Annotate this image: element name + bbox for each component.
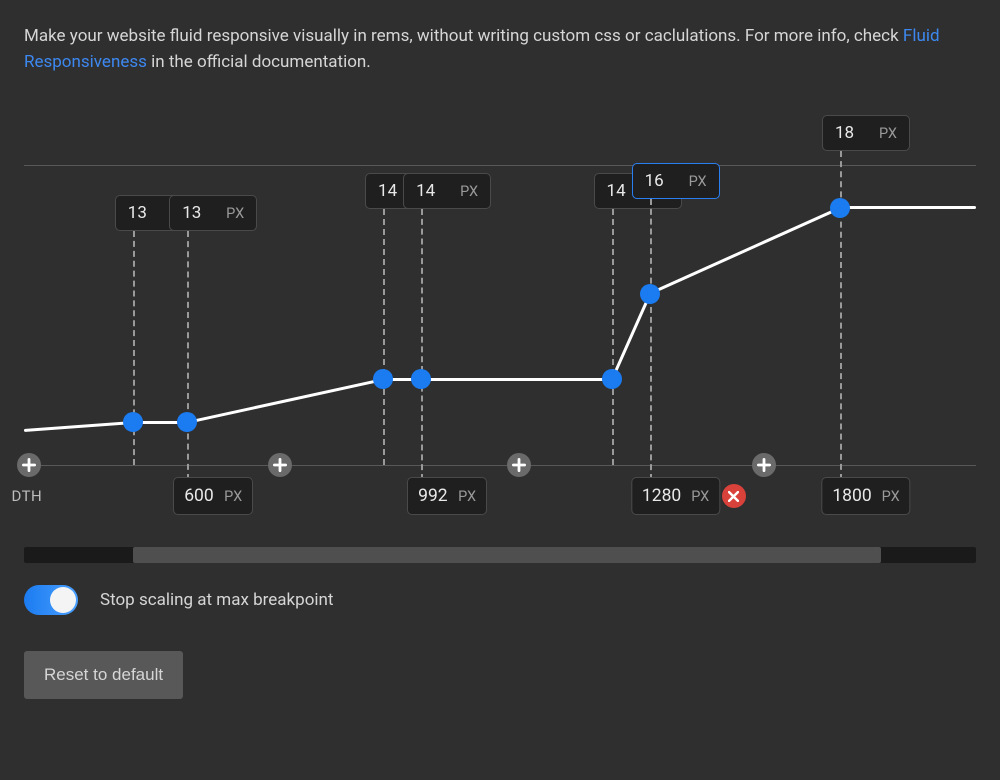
intro-pre: Make your website fluid responsive visua… (24, 26, 903, 46)
unit-label: PX (882, 488, 900, 505)
breakpoint-value-box[interactable]: 1280 PX (631, 477, 720, 515)
chart-line-segment (610, 293, 651, 380)
chart-bottom-axis (24, 465, 976, 466)
chart-point[interactable] (411, 369, 431, 389)
unit-label: PX (691, 488, 709, 505)
add-breakpoint-button[interactable] (17, 453, 41, 477)
chart-top-axis (24, 165, 976, 166)
chart-line-segment (421, 378, 611, 381)
plus-icon (22, 458, 36, 472)
chart-point[interactable] (602, 369, 622, 389)
unit-label: PX (460, 183, 478, 200)
chart-guide-line (612, 209, 614, 465)
font-size-value: 16 (645, 171, 679, 191)
stop-scaling-toggle-knob (50, 587, 76, 613)
plus-icon (512, 458, 526, 472)
chart-point[interactable] (830, 198, 850, 218)
chart-point[interactable] (640, 284, 660, 304)
intro-text: Make your website fluid responsive visua… (24, 24, 976, 75)
font-size-value: 13 (182, 203, 216, 223)
breakpoint-value: 992 (418, 486, 448, 506)
unit-label: PX (458, 488, 476, 505)
stop-scaling-toggle[interactable] (24, 585, 78, 615)
font-size-value: 14 (416, 181, 450, 201)
chart-point[interactable] (373, 369, 393, 389)
chart-guide-line (383, 209, 385, 465)
chart-guide-line (650, 199, 652, 480)
font-size-value: 18 (835, 123, 869, 143)
breakpoint-value-box[interactable]: 600 PX (173, 477, 253, 515)
font-size-value-box[interactable]: 16 PX (632, 163, 720, 199)
breakpoint-value: 600 (184, 486, 214, 506)
chart-point[interactable] (123, 412, 143, 432)
chart-line-segment (24, 421, 133, 432)
chart-guide-line (187, 231, 189, 480)
chart-point[interactable] (177, 412, 197, 432)
remove-breakpoint-button[interactable] (722, 484, 746, 508)
unit-label: PX (689, 173, 707, 190)
dth-label: DTH (11, 487, 42, 505)
breakpoint-value: 1280 (642, 486, 681, 506)
add-breakpoint-button[interactable] (752, 453, 776, 477)
unit-label: PX (879, 125, 897, 142)
chart-scrollbar-thumb[interactable] (133, 547, 880, 563)
font-size-value-box[interactable]: 18 PX (822, 115, 910, 151)
font-size-value-box[interactable]: 13 PX (169, 195, 257, 231)
font-size-value: 13 (128, 203, 162, 223)
intro-post: in the official documentation. (147, 52, 371, 72)
chart-line-segment (649, 206, 841, 294)
font-size-value-box[interactable]: 14 PX (403, 173, 491, 209)
fluid-chart[interactable]: 13PX13PX600PX14PX14PX992PX14PX16PX1280PX… (24, 85, 976, 505)
unit-label: PX (224, 488, 242, 505)
chart-scrollbar[interactable] (24, 547, 976, 563)
add-breakpoint-button[interactable] (507, 453, 531, 477)
breakpoint-value: 1800 (832, 486, 871, 506)
breakpoint-value-box[interactable]: 992 PX (407, 477, 487, 515)
plus-icon (273, 458, 287, 472)
reset-to-default-button[interactable]: Reset to default (24, 651, 183, 699)
chart-guide-line (421, 209, 423, 480)
close-icon (728, 491, 739, 502)
stop-scaling-toggle-label: Stop scaling at max breakpoint (100, 590, 333, 610)
unit-label: PX (226, 205, 244, 222)
add-breakpoint-button[interactable] (268, 453, 292, 477)
chart-line-segment (187, 378, 383, 424)
breakpoint-value-box[interactable]: 1800 PX (821, 477, 910, 515)
plus-icon (757, 458, 771, 472)
chart-line-segment (840, 206, 976, 209)
